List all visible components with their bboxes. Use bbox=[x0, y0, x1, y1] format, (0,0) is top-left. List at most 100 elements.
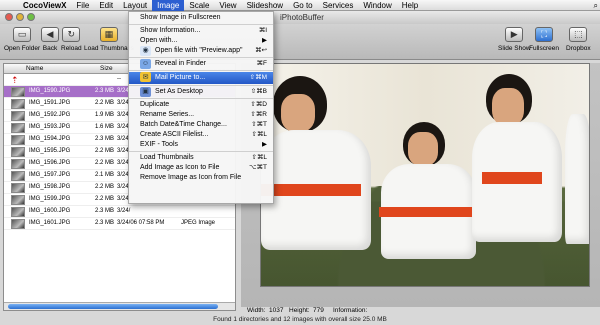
menu-view[interactable]: View bbox=[214, 0, 241, 11]
menu-file[interactable]: File bbox=[71, 0, 94, 11]
menu-services[interactable]: Services bbox=[318, 0, 359, 11]
file-row[interactable]: IMG_1601.JPG 2.3 MB 3/24/06 07:58 PM JPEG I… bbox=[4, 218, 235, 230]
menu-go-to[interactable]: Go to bbox=[288, 0, 318, 11]
width-value: 1037 bbox=[269, 307, 284, 314]
file-name: IMG_1596.JPG bbox=[29, 160, 71, 166]
dropbox-button[interactable]: ⬚ Dropbox bbox=[566, 27, 591, 52]
slide-show-button[interactable]: ▶ Slide Show bbox=[498, 27, 531, 52]
menu-item-load-thumbnails[interactable]: Load Thumbnails ⇧⌘L bbox=[129, 153, 273, 163]
menu-item-add-image-as-icon-to-file[interactable]: Add Image as Icon to File ⌥⌘T bbox=[129, 163, 273, 173]
menu-item-label: Duplicate bbox=[140, 101, 170, 108]
thumbnail-icon bbox=[11, 195, 25, 205]
horizontal-scrollbar[interactable] bbox=[4, 302, 235, 310]
menu-item-label: Load Thumbnails bbox=[140, 154, 194, 161]
open-folder-button[interactable]: ▭ Open Folder bbox=[4, 27, 40, 52]
menu-item-reveal-in-finder[interactable]: ☺ Reveal in Finder ⌘F bbox=[129, 59, 273, 69]
name-column-header[interactable]: Name bbox=[26, 65, 43, 72]
menu-item-rename-series[interactable]: Rename Series... ⇧⌘R bbox=[129, 110, 273, 120]
file-name: IMG_1600.JPG bbox=[29, 208, 71, 214]
menu-item-open-file-with-preview-app[interactable]: ◉ Open file with "Preview.app" ⌘↩ bbox=[129, 46, 273, 56]
file-kind: JPEG Image bbox=[181, 220, 216, 226]
menu-separator bbox=[129, 24, 273, 25]
menu-image[interactable]: Image bbox=[152, 0, 185, 11]
displayed-photo bbox=[260, 63, 590, 287]
menu-item-remove-image-as-icon-from-file[interactable]: Remove Image as Icon from File bbox=[129, 173, 273, 183]
menu-scale[interactable]: Scale bbox=[184, 0, 214, 11]
file-name: IMG_1601.JPG bbox=[29, 220, 71, 226]
file-size: 1.6 MB bbox=[94, 124, 114, 130]
size-column-header[interactable]: Size bbox=[100, 65, 113, 72]
file-size: 2.2 MB bbox=[94, 148, 114, 154]
menu-item-label: Show Image in Fullscreen bbox=[140, 14, 221, 21]
photo-child-middle bbox=[371, 64, 481, 286]
menu-item-shortcut: ⌘F bbox=[256, 60, 267, 67]
back-button[interactable]: ◀ Back bbox=[41, 27, 59, 52]
close-window-button[interactable] bbox=[5, 13, 13, 21]
desktop-icon: ▣ bbox=[140, 87, 151, 97]
reload-icon: ↻ bbox=[62, 27, 81, 42]
load-thumbnails-button[interactable]: ▦ Load Thumbnails bbox=[84, 27, 134, 52]
file-size: 1.9 MB bbox=[94, 112, 114, 118]
thumbnails-icon: ▦ bbox=[99, 27, 118, 42]
zoom-window-button[interactable] bbox=[27, 13, 35, 21]
information-label: Information: bbox=[333, 307, 368, 314]
menu-separator bbox=[129, 70, 273, 71]
folder-icon: ▭ bbox=[13, 27, 32, 42]
menu-item-label: Set As Desktop bbox=[155, 88, 203, 95]
menu-separator bbox=[129, 57, 273, 58]
menu-help[interactable]: Help bbox=[397, 0, 423, 11]
menu-item-label: Open with... bbox=[140, 37, 178, 44]
load-thumbnails-label: Load Thumbnails bbox=[84, 45, 134, 52]
menu-item-shortcut: ⌥⌘T bbox=[249, 164, 267, 171]
menu-item-exif-tools[interactable]: EXIF - Tools ▶ bbox=[129, 140, 273, 150]
menu-item-create-ascii-filelist[interactable]: Create ASCII Filelist... ⇧⌘L bbox=[129, 130, 273, 140]
file-name: IMG_1597.JPG bbox=[29, 172, 71, 178]
file-size: 2.3 MB bbox=[94, 208, 114, 214]
menu-item-label: Remove Image as Icon from File bbox=[140, 174, 242, 181]
menu-item-show-image-in-fullscreen[interactable]: Show Image in Fullscreen bbox=[129, 13, 273, 23]
thumbnail-icon bbox=[11, 87, 25, 97]
thumbnail-icon bbox=[11, 159, 25, 169]
menu-window[interactable]: Window bbox=[358, 0, 396, 11]
menu-item-duplicate[interactable]: Duplicate ⇧⌘D bbox=[129, 100, 273, 110]
menu-cocoviewx[interactable]: CocoViewX bbox=[18, 0, 71, 11]
file-size: 2.2 MB bbox=[94, 160, 114, 166]
image-menu-dropdown: Show Image in Fullscreen Show Information… bbox=[128, 11, 274, 204]
thumbnail-icon bbox=[11, 123, 25, 133]
thumbnail-icon bbox=[11, 135, 25, 145]
menu-layout[interactable]: Layout bbox=[118, 0, 152, 11]
menu-separator bbox=[129, 98, 273, 99]
menu-item-shortcut: ⇧⌘L bbox=[251, 131, 267, 138]
photo-child-right bbox=[466, 64, 566, 286]
file-date: 3/24/ bbox=[117, 208, 131, 214]
mail-icon: ✉ bbox=[140, 72, 151, 82]
thumbnail-icon bbox=[11, 99, 25, 109]
menu-item-shortcut: ▶ bbox=[262, 141, 267, 148]
menu-item-batch-date-time-change[interactable]: Batch Date&Time Change... ⇧⌘T bbox=[129, 120, 273, 130]
file-name: IMG_1592.JPG bbox=[29, 112, 71, 118]
menu-item-label: Show Information... bbox=[140, 27, 201, 34]
open-folder-label: Open Folder bbox=[4, 45, 41, 52]
dropbox-icon: ⬚ bbox=[569, 27, 588, 42]
minimize-window-button[interactable] bbox=[16, 13, 24, 21]
scrollbar-thumb[interactable] bbox=[8, 304, 218, 309]
menu-item-set-as-desktop[interactable]: ▣ Set As Desktop ⇧⌘B bbox=[129, 87, 273, 97]
height-label: Height: bbox=[289, 307, 310, 314]
photo-child-edge bbox=[561, 114, 589, 286]
menu-item-show-information[interactable]: Show Information... ⌘I bbox=[129, 26, 273, 36]
file-size: 2.2 MB bbox=[94, 184, 114, 190]
reload-button[interactable]: ↻ Reload bbox=[61, 27, 82, 52]
file-name: IMG_1590.JPG bbox=[29, 88, 71, 94]
back-arrow-icon: ◀ bbox=[41, 27, 59, 42]
menu-edit[interactable]: Edit bbox=[94, 0, 118, 11]
menu-separator bbox=[129, 85, 273, 86]
menu-item-open-with[interactable]: Open with... ▶ bbox=[129, 36, 273, 46]
file-row[interactable]: IMG_1600.JPG 2.3 MB 3/24/ bbox=[4, 206, 235, 218]
spotlight-icon[interactable]: ⌕ bbox=[594, 1, 598, 11]
menu-slideshow[interactable]: Slideshow bbox=[242, 0, 288, 11]
fullscreen-button[interactable]: ⛶ Fullscreen bbox=[529, 27, 559, 52]
file-size: 2.1 MB bbox=[94, 172, 114, 178]
menu-item-label: Reveal in Finder bbox=[155, 60, 206, 67]
menu-item-mail-picture-to[interactable]: ✉ Mail Picture to... ⇧⌘M bbox=[129, 72, 273, 84]
file-size: 2.3 MB bbox=[94, 136, 114, 142]
